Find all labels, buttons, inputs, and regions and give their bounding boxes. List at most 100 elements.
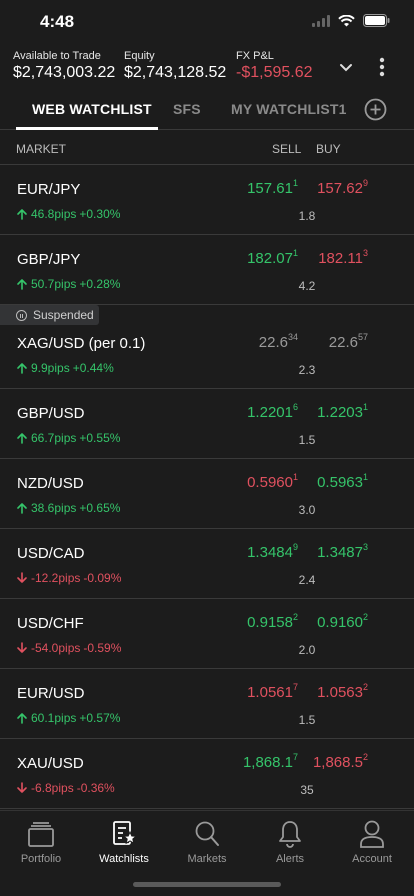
watchlists-icon <box>113 821 138 845</box>
more-options-icon[interactable] <box>372 54 392 80</box>
arrow-up-icon <box>17 433 27 444</box>
sell-price[interactable]: 0.91582 <box>247 612 298 631</box>
buy-price[interactable]: 1.05632 <box>317 682 368 701</box>
sell-price-pip: 34 <box>287 332 298 342</box>
pips-change: 66.7pips <box>31 431 77 445</box>
sell-price-pip: 1 <box>292 248 298 258</box>
arrow-down-icon <box>17 572 27 583</box>
sell-price-pip: 7 <box>292 682 298 692</box>
buy-price-main: 1.3487 <box>317 544 363 561</box>
arrow-up-icon <box>17 363 27 374</box>
buy-price-pip: 1 <box>362 402 368 412</box>
sell-price-pip: 1 <box>292 472 298 482</box>
spread-value: 1.5 <box>298 713 316 727</box>
sell-price-main: 182.07 <box>247 250 293 267</box>
watchlist-row[interactable]: Suspended XAG/USD (per 0.1) 9.9pips +0.4… <box>0 305 414 389</box>
buy-price[interactable]: 0.91602 <box>317 612 368 631</box>
watchlist-row[interactable]: XAU/USD -6.8pips -0.36% 1,868.17 1,868.5… <box>0 739 414 809</box>
nav-markets-label: Markets <box>187 853 227 865</box>
watchlist-row[interactable]: GBP/USD 66.7pips +0.55% 1.22016 1.22031 … <box>0 389 414 459</box>
sell-price-pip: 9 <box>292 542 298 552</box>
buy-price[interactable]: 1,868.52 <box>312 752 368 771</box>
portfolio-icon <box>28 822 54 847</box>
equity-value: $2,743,128.52 <box>124 64 227 81</box>
buy-price[interactable]: 0.59631 <box>317 472 368 491</box>
instrument-name: USD/CHF <box>17 615 84 632</box>
instrument-name: GBP/JPY <box>17 251 81 268</box>
add-watchlist-icon[interactable] <box>364 98 387 121</box>
buy-price-pip: 9 <box>362 178 368 188</box>
buy-price-main: 157.62 <box>317 180 363 197</box>
arrow-down-icon <box>17 782 27 793</box>
buy-price[interactable]: 157.629 <box>317 178 368 197</box>
watchlist-row[interactable]: USD/CAD -12.2pips -0.09% 1.34849 1.34873… <box>0 529 414 599</box>
list-header: MARKET SELL BUY <box>0 130 414 165</box>
buy-price-main: 182.11 <box>318 250 363 267</box>
buy-price[interactable]: 1.22031 <box>317 402 368 421</box>
sell-price[interactable]: 157.611 <box>247 178 298 197</box>
instrument-name: EUR/USD <box>17 685 85 702</box>
nav-watchlists[interactable]: Watchlists <box>83 819 165 865</box>
chevron-down-icon[interactable] <box>337 58 355 76</box>
sell-price-main: 22.6 <box>258 334 288 351</box>
status-time: 4:48 <box>40 12 75 31</box>
daily-change: 66.7pips +0.55% <box>16 431 120 445</box>
daily-change: -12.2pips -0.09% <box>16 571 121 585</box>
sell-price[interactable]: 1.05617 <box>247 682 298 701</box>
nav-watchlists-label: Watchlists <box>99 853 149 865</box>
buy-price-main: 22.6 <box>328 334 358 351</box>
watchlist-row[interactable]: USD/CHF -54.0pips -0.59% 0.91582 0.91602… <box>0 599 414 669</box>
account-summary: Available to Trade $2,743,003.22 Equity … <box>0 44 414 90</box>
nav-markets[interactable]: Markets <box>166 819 248 865</box>
sell-price[interactable]: 182.071 <box>247 248 298 267</box>
buy-column-header: BUY <box>316 142 341 156</box>
sell-price[interactable]: 1,868.17 <box>243 752 298 771</box>
sell-price[interactable]: 1.34849 <box>247 542 298 561</box>
pause-icon <box>16 309 27 321</box>
percent-change: +0.28% <box>79 277 121 291</box>
sell-price[interactable]: 1.22016 <box>247 402 298 421</box>
tab-web-watchlist[interactable]: WEB WATCHLIST <box>32 101 152 117</box>
status-bar: 4:48 <box>0 0 414 44</box>
nav-alerts-label: Alerts <box>275 853 305 865</box>
tab-my-watchlist1[interactable]: MY WATCHLIST1 <box>231 101 347 117</box>
arrow-up-icon <box>17 279 27 290</box>
watchlist-rows: EUR/JPY 46.8pips +0.30% 157.611 157.629 … <box>0 165 414 809</box>
arrow-up-icon <box>17 209 27 220</box>
tab-sfs[interactable]: SFS <box>173 101 201 117</box>
percent-change: +0.44% <box>72 361 114 375</box>
buy-price-pip: 2 <box>362 752 368 762</box>
wifi-icon <box>338 14 355 26</box>
buy-price-pip: 3 <box>362 542 368 552</box>
watchlist-row[interactable]: EUR/USD 60.1pips +0.57% 1.05617 1.05632 … <box>0 669 414 739</box>
instrument-name: XAG/USD (per 0.1) <box>17 335 146 352</box>
buy-price-main: 1,868.5 <box>312 754 363 771</box>
pips-change: 9.9pips <box>31 361 70 375</box>
nav-account[interactable]: Account <box>331 819 413 865</box>
buy-price[interactable]: 22.657 <box>328 332 368 351</box>
pips-change: -12.2pips <box>31 571 81 585</box>
spread-value: 35 <box>300 783 314 797</box>
buy-price[interactable]: 1.34873 <box>317 542 368 561</box>
watchlist-row[interactable]: NZD/USD 38.6pips +0.65% 0.59601 0.59631 … <box>0 459 414 529</box>
buy-price[interactable]: 182.113 <box>318 248 368 267</box>
home-indicator <box>133 882 281 887</box>
spread-value: 2.0 <box>298 643 316 657</box>
nav-portfolio-label: Portfolio <box>20 853 62 865</box>
daily-change: 50.7pips +0.28% <box>16 277 120 291</box>
sell-price-pip: 7 <box>292 752 298 762</box>
watchlist-row[interactable]: EUR/JPY 46.8pips +0.30% 157.611 157.629 … <box>0 165 414 235</box>
buy-price-pip: 2 <box>362 682 368 692</box>
user-icon <box>360 820 384 848</box>
sell-price[interactable]: 0.59601 <box>247 472 298 491</box>
pips-change: -6.8pips <box>31 781 74 795</box>
watchlist-row[interactable]: GBP/JPY 50.7pips +0.28% 182.071 182.113 … <box>0 235 414 305</box>
pnl-value: -$1,595.62 <box>236 64 313 81</box>
spread-value: 2.4 <box>298 573 316 587</box>
sell-price[interactable]: 22.634 <box>258 332 298 351</box>
nav-alerts[interactable]: Alerts <box>249 819 331 865</box>
nav-portfolio[interactable]: Portfolio <box>0 819 82 865</box>
sell-price-main: 0.9158 <box>247 614 293 631</box>
percent-change: -0.36% <box>76 781 115 795</box>
percent-change: +0.55% <box>79 431 121 445</box>
